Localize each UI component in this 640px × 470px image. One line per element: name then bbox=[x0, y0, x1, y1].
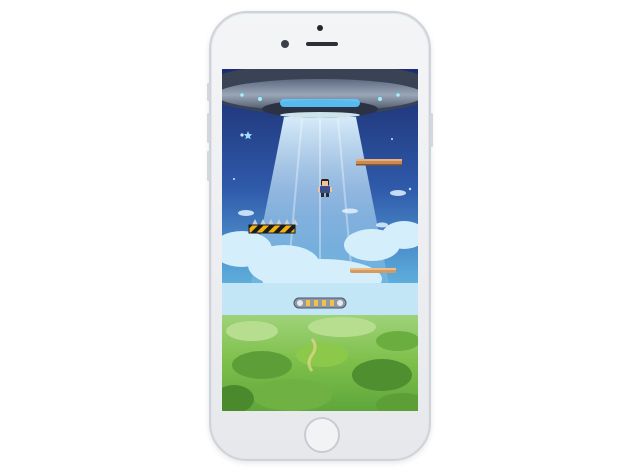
power-button bbox=[430, 113, 433, 147]
volume-up-button bbox=[207, 113, 210, 143]
game-screen[interactable] bbox=[222, 69, 418, 411]
proximity-sensor bbox=[281, 40, 289, 48]
conveyor-platform bbox=[293, 297, 347, 309]
game-canvas[interactable] bbox=[222, 69, 418, 411]
landscape bbox=[222, 315, 418, 411]
mute-switch bbox=[207, 83, 210, 101]
wooden-platform-top bbox=[356, 159, 402, 166]
earpiece-speaker bbox=[306, 42, 338, 46]
home-button[interactable] bbox=[304, 417, 340, 453]
volume-down-button bbox=[207, 151, 210, 181]
phone-frame bbox=[207, 11, 433, 461]
wooden-platform-middle bbox=[350, 268, 396, 273]
front-camera bbox=[317, 25, 323, 31]
